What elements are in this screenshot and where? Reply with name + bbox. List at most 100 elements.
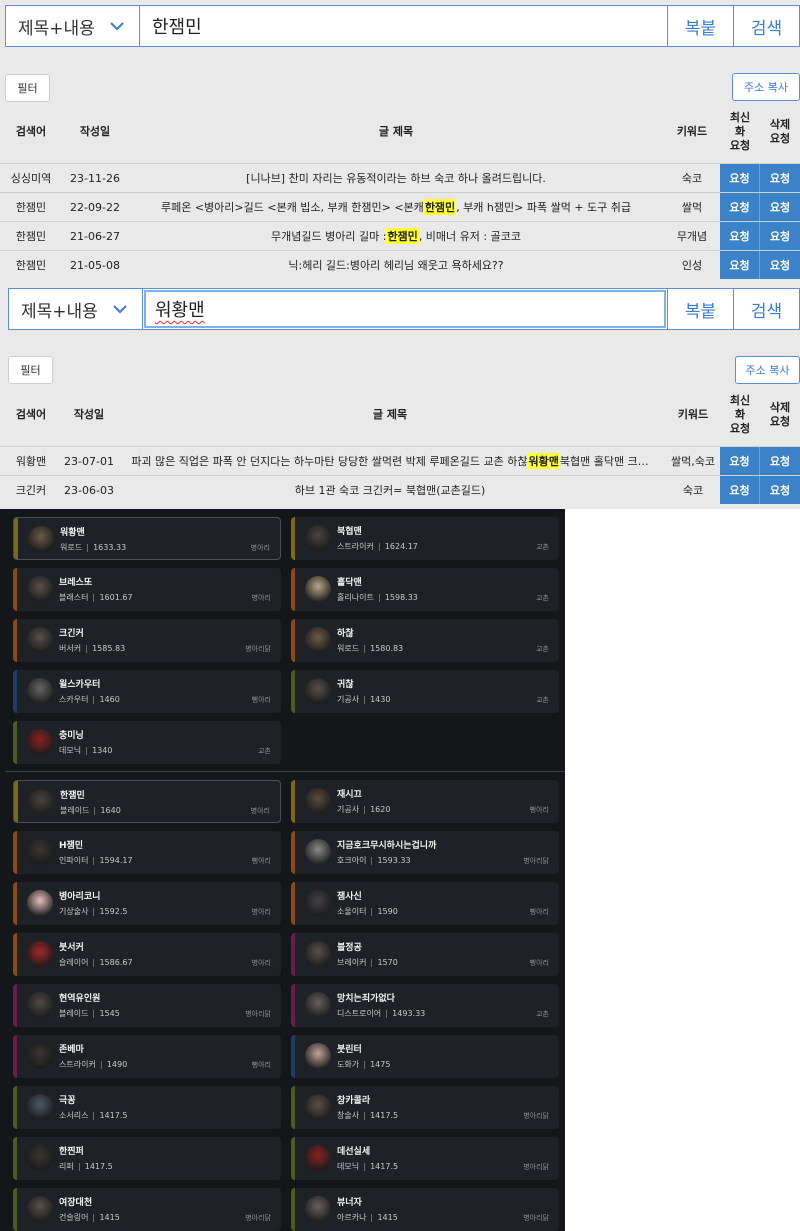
search-panel-1: 제목+내용 한잼민 복붙 검색 필터 주소 복사 검색어 작성일 글 제목 키워… xyxy=(0,0,800,283)
recent-request-button[interactable]: 요청 xyxy=(720,447,760,475)
character-name: 존베마 xyxy=(59,1045,84,1055)
character-card[interactable]: 창카콜라 창술사 1417.5 병아리닭 xyxy=(291,1086,559,1129)
row-date: 23-06-03 xyxy=(64,483,114,497)
filter-button[interactable]: 필터 xyxy=(8,356,53,384)
copy-address-button[interactable]: 주소 복사 xyxy=(732,73,800,101)
class-color-bar xyxy=(291,517,295,560)
character-card[interactable]: 붓린터 도화가 1475 xyxy=(291,1035,559,1078)
character-card[interactable]: 한잼민 블레이드 1640 병아리 xyxy=(13,780,281,823)
row-title[interactable]: 루페온 <병아리>길드 <본캐 빕소, 부캐 한잼민> <본캐 한잼민, 부캐 … xyxy=(128,193,664,221)
table-row[interactable]: 워황맨 23-07-01 파괴 많은 직업은 파폭 안 던지다는 하누마탄 당당한 … xyxy=(0,446,800,475)
character-card[interactable]: 한찐퍼 리퍼 1417.5 xyxy=(13,1137,281,1180)
character-avatar-icon xyxy=(27,992,53,1018)
character-avatar-icon xyxy=(305,992,331,1018)
character-meta: 인파이터 1594.17 xyxy=(59,855,133,866)
row-title[interactable]: [니나브] 찬미 자리는 유동적이라는 하브 숙코 하나 올려드립니다. xyxy=(128,164,664,192)
character-name: 충미닝 xyxy=(59,731,84,741)
character-level: 1430 xyxy=(370,695,391,704)
delete-request-button[interactable]: 요청 xyxy=(760,476,800,504)
recent-request-button[interactable]: 요청 xyxy=(720,251,760,279)
character-level: 1601.67 xyxy=(99,593,133,602)
row-user: 워황맨 xyxy=(15,455,47,468)
character-card[interactable]: 브레스또 블래스터 1601.67 병아리 xyxy=(13,568,281,611)
table-row[interactable]: 크긴커 23-06-03 하브 1관 숙코 크긴커= 북협맨(교촌길드) 숙코 요청 요청 xyxy=(0,475,800,504)
header-keyword: 키워드 xyxy=(676,125,708,138)
row-title[interactable]: 파괴 많은 직업은 파폭 안 던지다는 하누마탄 당당한 쌀먹련 박제 루페온길… xyxy=(122,447,658,475)
delete-request-button[interactable]: 요청 xyxy=(760,222,800,250)
delete-request-button[interactable]: 요청 xyxy=(760,447,800,475)
meta-separator xyxy=(378,542,380,551)
row-title[interactable]: 닉:헤리 길드:병아리 헤리님 왜웃고 욕하세요?? xyxy=(128,251,664,279)
character-card[interactable]: 망치는죄가없다 디스트로이어 1493.33 교촌 xyxy=(291,984,559,1027)
character-card[interactable]: 지금호크무시하시는겁니까 호크아이 1593.33 병아리닭 xyxy=(291,831,559,874)
copy-address-button[interactable]: 주소 복사 xyxy=(735,356,800,384)
character-card[interactable]: 데선실세 데모닉 1417.5 병아리닭 xyxy=(291,1137,559,1180)
character-class: 블레이드 xyxy=(59,1009,89,1018)
character-class: 도화가 xyxy=(337,1060,360,1069)
character-card[interactable]: 붓서커 슬레이어 1586.67 병아리 xyxy=(13,933,281,976)
character-card[interactable]: 하찮 워로드 1580.83 교촌 xyxy=(291,619,559,662)
paste-button[interactable]: 복붙 xyxy=(667,6,733,46)
character-card[interactable]: 충미닝 데모닉 1340 교촌 xyxy=(13,721,281,764)
character-card[interactable]: 현역유인원 블레이드 1545 병아리닭 xyxy=(13,984,281,1027)
recent-request-button[interactable]: 요청 xyxy=(720,164,760,192)
search-input[interactable]: 한잼민 xyxy=(140,6,667,46)
scope-select[interactable]: 제목+내용 xyxy=(9,289,143,329)
character-level: 1592.5 xyxy=(99,907,128,916)
delete-request-button[interactable]: 요청 xyxy=(760,251,800,279)
row-keyword: 숙코 xyxy=(681,172,703,185)
character-card[interactable]: 존베마 스트라이커 1490 뻥아리 xyxy=(13,1035,281,1078)
table-row[interactable]: 싱싱미역 23-11-26 [니나브] 찬미 자리는 유동적이라는 하브 숙코 하나… xyxy=(0,163,800,192)
header-title: 글 제목 xyxy=(372,408,408,421)
character-card[interactable]: 윌스카우터 스카우터 1460 뻥아리 xyxy=(13,670,281,713)
table-row[interactable]: 한잼민 21-05-08 닉:헤리 길드:병아리 헤리님 왜웃고 욕하세요?? 인성 요… xyxy=(0,250,800,279)
row-title[interactable]: 하브 1관 숙코 크긴커= 북협맨(교촌길드) xyxy=(122,476,658,504)
character-card[interactable]: 병아리코니 기상술사 1592.5 병아리 xyxy=(13,882,281,925)
meta-separator xyxy=(86,644,88,653)
character-name: 창카콜라 xyxy=(337,1096,371,1106)
character-card[interactable]: 여장대천 건슬링어 1415 병아리닭 xyxy=(13,1188,281,1231)
header-keyword: 키워드 xyxy=(677,408,709,421)
character-card[interactable]: 블정공 브레이커 1570 뻥아리 xyxy=(291,933,559,976)
filter-button[interactable]: 필터 xyxy=(5,74,50,102)
table-row[interactable]: 한잼민 21-06-27 무개념길드 병아리 길마 : 한잼민 , 비매너 유저 :… xyxy=(0,221,800,250)
search-button[interactable]: 검색 xyxy=(733,6,799,46)
meta-separator xyxy=(371,907,373,916)
character-card[interactable]: 크긴커 버서커 1585.83 병아리닭 xyxy=(13,619,281,662)
character-card[interactable]: H잼민 인파이터 1594.17 뻥아리 xyxy=(13,831,281,874)
character-card[interactable]: 홀닥맨 홀리나이트 1598.33 교촌 xyxy=(291,568,559,611)
delete-request-button[interactable]: 요청 xyxy=(760,193,800,221)
character-card[interactable]: 뷰너자 아르카나 1415 병아리닭 xyxy=(291,1188,559,1231)
class-color-bar xyxy=(291,933,295,976)
character-card[interactable]: 잼사신 소울이터 1590 뻥아리 xyxy=(291,882,559,925)
character-level: 1633.33 xyxy=(93,543,127,552)
character-meta: 기공사 1620 xyxy=(337,804,390,815)
meta-separator xyxy=(371,1213,373,1222)
recent-request-button[interactable]: 요청 xyxy=(720,193,760,221)
character-level: 1417.5 xyxy=(84,1162,113,1171)
character-card[interactable]: 북협맨 스트라이커 1624.17 교촌 xyxy=(291,517,559,560)
search-input[interactable]: 워황맨 xyxy=(143,289,667,329)
meta-separator xyxy=(94,806,96,815)
recent-request-button[interactable]: 요청 xyxy=(720,476,760,504)
character-card[interactable]: 극꽁 소서리스 1417.5 xyxy=(13,1086,281,1129)
character-avatar-icon xyxy=(305,788,331,814)
table-row[interactable]: 한잼민 22-09-22 루페온 <병아리>길드 <본캐 빕소, 부캐 한잼민> <… xyxy=(0,192,800,221)
delete-request-button[interactable]: 요청 xyxy=(760,164,800,192)
scope-select[interactable]: 제목+내용 xyxy=(6,6,140,46)
paste-button[interactable]: 복붙 xyxy=(667,289,733,329)
character-card[interactable]: 귀찮 기공사 1430 교촌 xyxy=(291,670,559,713)
character-card[interactable]: 재시끄 기공사 1620 뻥아리 xyxy=(291,780,559,823)
search-button[interactable]: 검색 xyxy=(733,289,799,329)
row-title[interactable]: 무개념길드 병아리 길마 : 한잼민 , 비매너 유저 : 골코코 xyxy=(128,222,664,250)
character-guild: 병아리닭 xyxy=(523,1214,549,1222)
character-name: 하찮 xyxy=(337,629,354,639)
character-avatar-icon xyxy=(27,729,53,755)
meta-separator xyxy=(78,1162,80,1171)
recent-request-button[interactable]: 요청 xyxy=(720,222,760,250)
character-guild: 뻥아리 xyxy=(529,908,549,916)
character-guild: 교촌 xyxy=(536,696,549,704)
character-card[interactable]: 워황맨 워로드 1633.33 병아리 xyxy=(13,517,281,560)
character-meta: 블래스터 1601.67 xyxy=(59,592,133,603)
title-text: 루페온 <병아리>길드 <본캐 빕소, 부캐 한잼민> <본캐 xyxy=(160,201,424,214)
